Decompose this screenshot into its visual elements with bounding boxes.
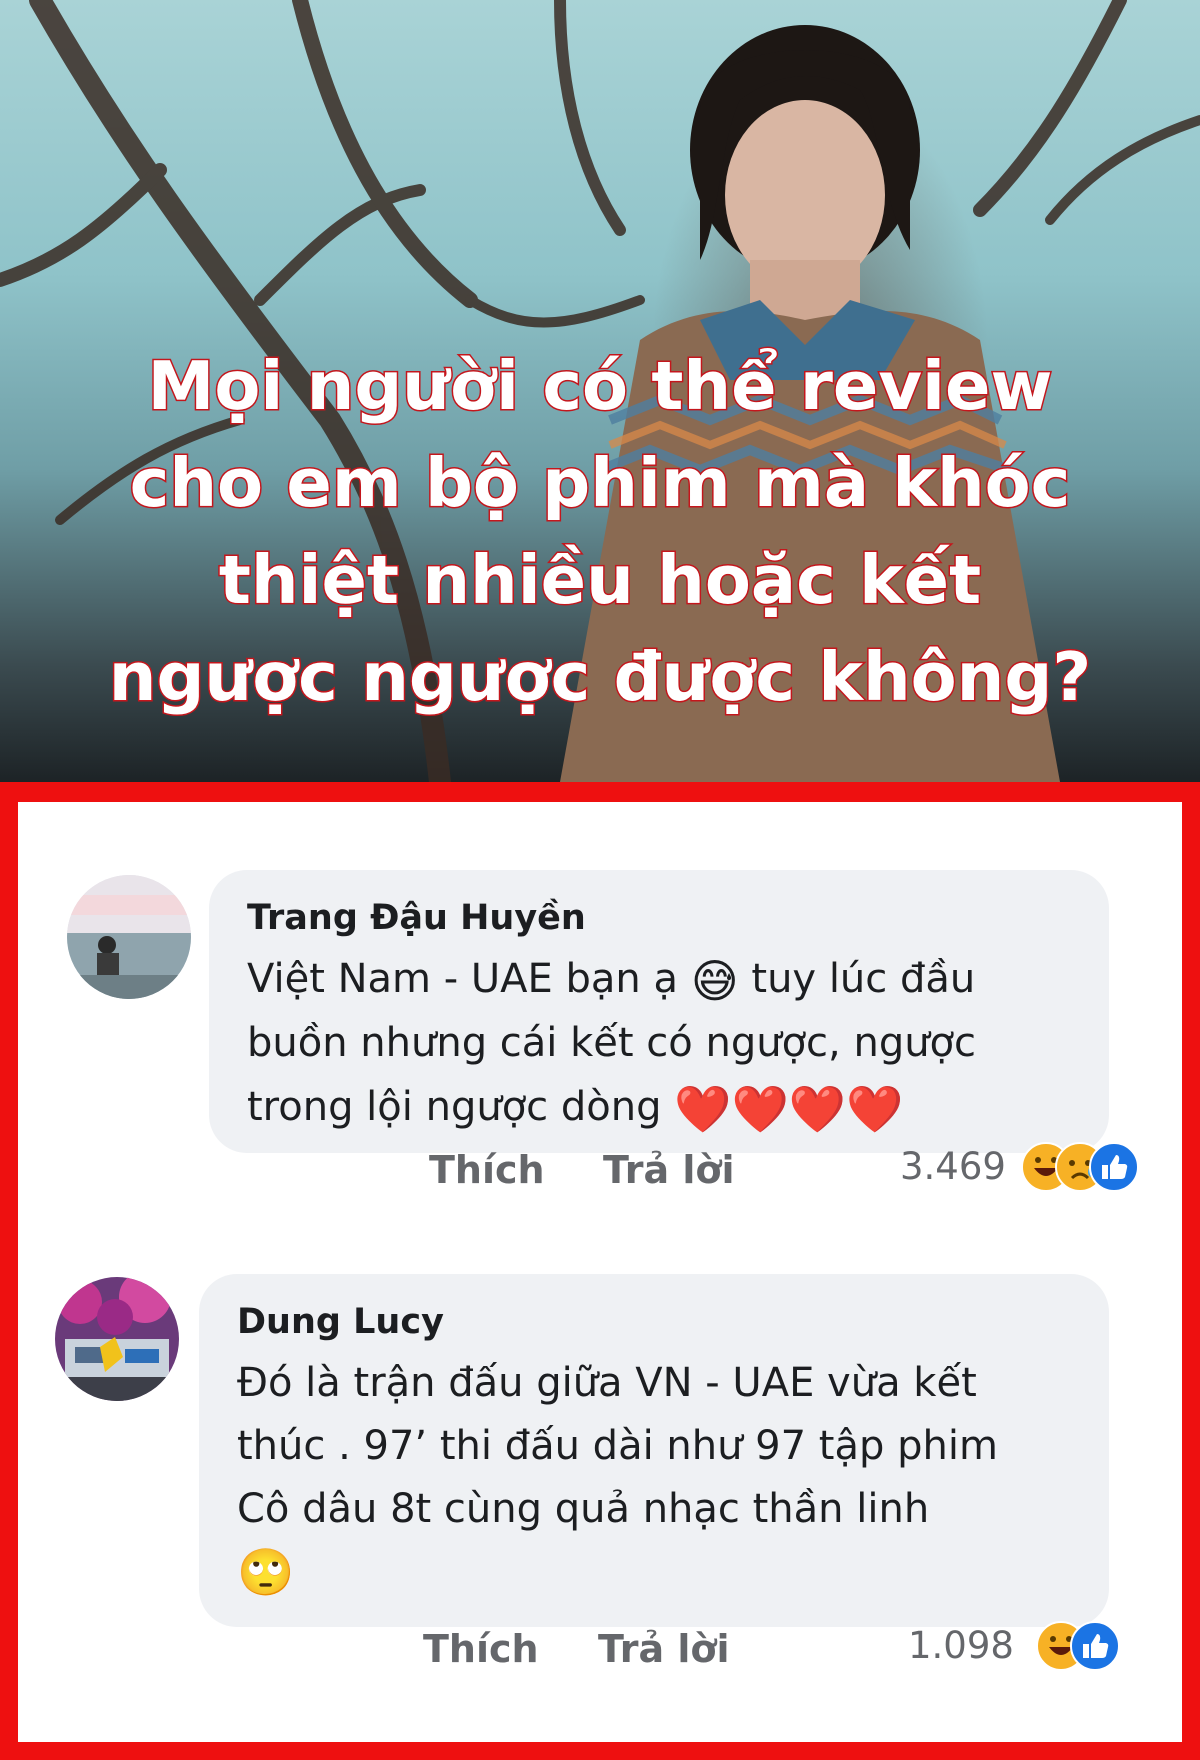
headline-line: ngược ngược được không? <box>107 637 1092 718</box>
reaction-count[interactable]: 1.098 <box>908 1624 1014 1667</box>
sweat-smile-emoji: 😅 <box>690 954 739 1008</box>
reaction-count[interactable]: 3.469 <box>900 1145 1006 1188</box>
reaction-icons[interactable] <box>1021 1142 1171 1192</box>
comment-author[interactable]: Dung Lucy <box>237 1302 444 1342</box>
like-icon <box>1089 1142 1139 1192</box>
comment-text-line: Cô dâu 8t cùng quả nhạc thần linh <box>237 1486 930 1532</box>
comment-text-line: 🙄 <box>237 1538 294 1602</box>
avatar[interactable] <box>67 875 191 999</box>
comment-author[interactable]: Trang Đậu Huyền <box>247 898 586 938</box>
comment-text-line: buồn nhưng cái kết có ngược, ngược <box>247 1020 977 1066</box>
comment-text-line: trong lội ngược dòng ❤️❤️❤️❤️ <box>247 1075 903 1139</box>
reaction-icons[interactable] <box>1036 1621 1136 1671</box>
avatar-photo <box>55 1277 179 1401</box>
hearts-emoji: ❤️❤️❤️❤️ <box>674 1082 904 1136</box>
like-icon <box>1070 1621 1120 1671</box>
comment-text-line: Đó là trận đấu giữa VN - UAE vừa kết <box>237 1360 977 1406</box>
reply-action-button[interactable]: Trả lời <box>598 1627 730 1671</box>
headline-line: cho em bộ phim mà khóc <box>128 443 1072 524</box>
reply-action-button[interactable]: Trả lời <box>603 1148 735 1192</box>
hero-image: Mọi người có thể review cho em bộ phim m… <box>0 0 1200 782</box>
headline-line: Mọi người có thể review <box>146 346 1054 427</box>
like-action-button[interactable]: Thích <box>423 1627 539 1671</box>
like-action-button[interactable]: Thích <box>429 1148 545 1192</box>
comment-text: trong lội ngược dòng <box>247 1084 662 1130</box>
headline-line: thiệt nhiều hoặc kết <box>217 540 982 621</box>
comment-text-line: Việt Nam - UAE bạn ạ 😅 tuy lúc đầu <box>247 947 975 1011</box>
comment-text-line: thúc . 97’ thi đấu dài như 97 tập phim <box>237 1423 998 1469</box>
comment-text: tuy lúc đầu <box>751 956 976 1002</box>
rolling-eyes-emoji: 🙄 <box>237 1545 295 1599</box>
avatar[interactable] <box>55 1277 179 1401</box>
avatar-photo <box>67 875 191 999</box>
comments-frame: Trang Đậu Huyền Việt Nam - UAE bạn ạ 😅 t… <box>0 782 1200 1760</box>
comment-text: Việt Nam - UAE bạn ạ <box>247 956 678 1002</box>
headline: Mọi người có thể review cho em bộ phim m… <box>0 338 1200 726</box>
